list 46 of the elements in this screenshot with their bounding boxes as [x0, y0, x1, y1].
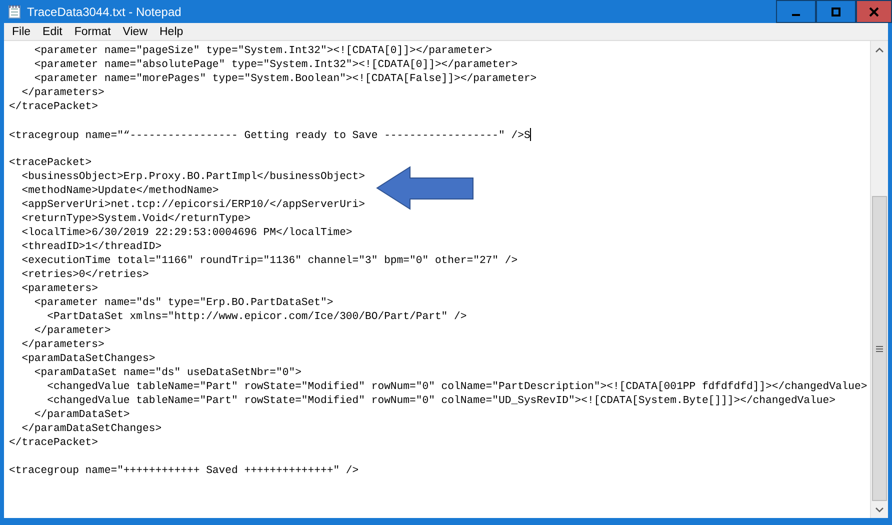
text-line: <parameters> — [20, 282, 100, 296]
text-line: <parameter name="pageSize" type="System.Int32"><![CDATA[0]]></parameter> — [33, 44, 494, 58]
window-title: TraceData3044.txt - Notepad — [27, 4, 182, 18]
text-line: <paramDataSetChanges> — [20, 352, 156, 366]
text-line: </parameters> — [20, 338, 106, 352]
close-button[interactable] — [856, 0, 892, 23]
text-line: <appServerUri>net.tcp://epicorsi/ERP10/</appServerUri> — [20, 198, 366, 212]
minimize-button[interactable] — [776, 0, 816, 23]
text-line: <changedValue tableName="Part" rowState="Modified" rowNum="0" colName="UD_SysRevID"><![CDATA[System.Byte[]]]></changedValue> — [46, 394, 836, 408]
menu-item[interactable]: Edit — [36, 26, 68, 38]
menu-item[interactable]: Format — [68, 26, 117, 38]
text-line: <tracegroup name="++++++++++++ Saved ++++++++++++++" /> — [9, 464, 360, 478]
text-line: <parameter name="absolutePage" type="System.Int32"><![CDATA[0]]></parameter> — [33, 58, 519, 72]
text-line: <tracePacket> — [9, 156, 93, 170]
arrow-icon — [376, 166, 474, 210]
text-line: <methodName>Update</methodName> — [20, 184, 220, 198]
text-line: <parameter name="morePages" type="System.Boolean"><![CDATA[False]]></parameter> — [33, 72, 538, 86]
text-line: </paramDataSetChanges> — [20, 422, 163, 436]
menu-item[interactable]: File — [6, 26, 37, 38]
text-line: <paramDataSet name="ds" useDataSetNbr="0"> — [33, 366, 302, 380]
minimize-icon — [792, 14, 800, 16]
text-line: </paramDataSet> — [33, 408, 131, 422]
close-icon — [869, 6, 879, 16]
scrollbar-thumb[interactable] — [872, 196, 887, 501]
notepad-icon — [8, 4, 21, 19]
text-line: </parameters> — [20, 86, 106, 100]
text-cursor — [530, 128, 532, 142]
maximize-icon — [831, 6, 841, 16]
text-line: </parameter> — [33, 324, 112, 338]
text-line: <threadID>1</threadID> — [20, 240, 163, 254]
text-line: <retries>0</retries> — [20, 268, 150, 282]
text-line: <executionTime total="1166" roundTrip="1136" channel="3" bpm="0" other="27" /> — [20, 254, 519, 268]
text-line: <parameter name="ds" type="Erp.BO.PartDataSet"> — [33, 296, 334, 310]
text-line: </tracePacket> — [9, 100, 100, 114]
text-line: <localTime>6/30/2019 22:29:53:0004696 PM</localTime> — [20, 226, 354, 240]
menu-item[interactable]: Help — [154, 26, 190, 38]
menu-item[interactable]: View — [116, 26, 154, 38]
text-line: </tracePacket> — [9, 436, 100, 450]
text-line: <tracegroup name="“----------------- Getting ready to Save ------------------" />S — [9, 128, 532, 142]
chevron-down-icon — [875, 506, 884, 512]
text-line: <changedValue tableName="Part" rowState="Modified" rowNum="0" colName="PartDescription"><![CDATA[001PP fdfdfdfd]]></changedValue> — [46, 380, 868, 394]
text-line: <returnType>System.Void</returnType> — [20, 212, 252, 226]
chevron-up-icon — [875, 46, 884, 52]
maximize-button[interactable] — [816, 0, 856, 23]
text-line: <PartDataSet xmlns="http://www.epicor.com/Ice/300/BO/Part/Part" /> — [46, 310, 468, 324]
text-line: <businessObject>Erp.Proxy.BO.PartImpl</businessObject> — [20, 170, 366, 184]
